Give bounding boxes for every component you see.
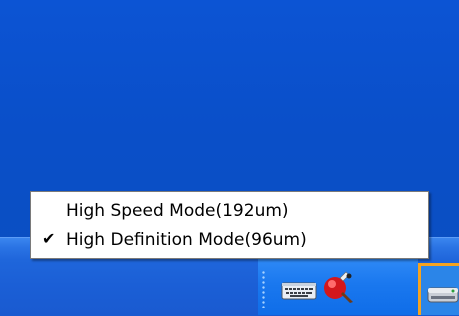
check-mark-icon [42, 201, 60, 219]
context-menu: High Speed Mode(192um) ✔ High Definition… [30, 191, 429, 259]
check-mark-icon: ✔ [42, 229, 56, 248]
paint-icon[interactable] [322, 270, 356, 304]
scanner-app-icon[interactable] [426, 282, 459, 306]
menu-item-high-speed-mode[interactable]: High Speed Mode(192um) [31, 197, 428, 225]
keyboard-icon[interactable] [281, 279, 317, 301]
tray-grip[interactable] [262, 270, 265, 308]
menu-item-high-definition-mode[interactable]: ✔ High Definition Mode(96um) [31, 226, 428, 254]
menu-item-label: High Speed Mode(192um) [66, 201, 289, 221]
menu-item-label: High Definition Mode(96um) [66, 230, 307, 250]
